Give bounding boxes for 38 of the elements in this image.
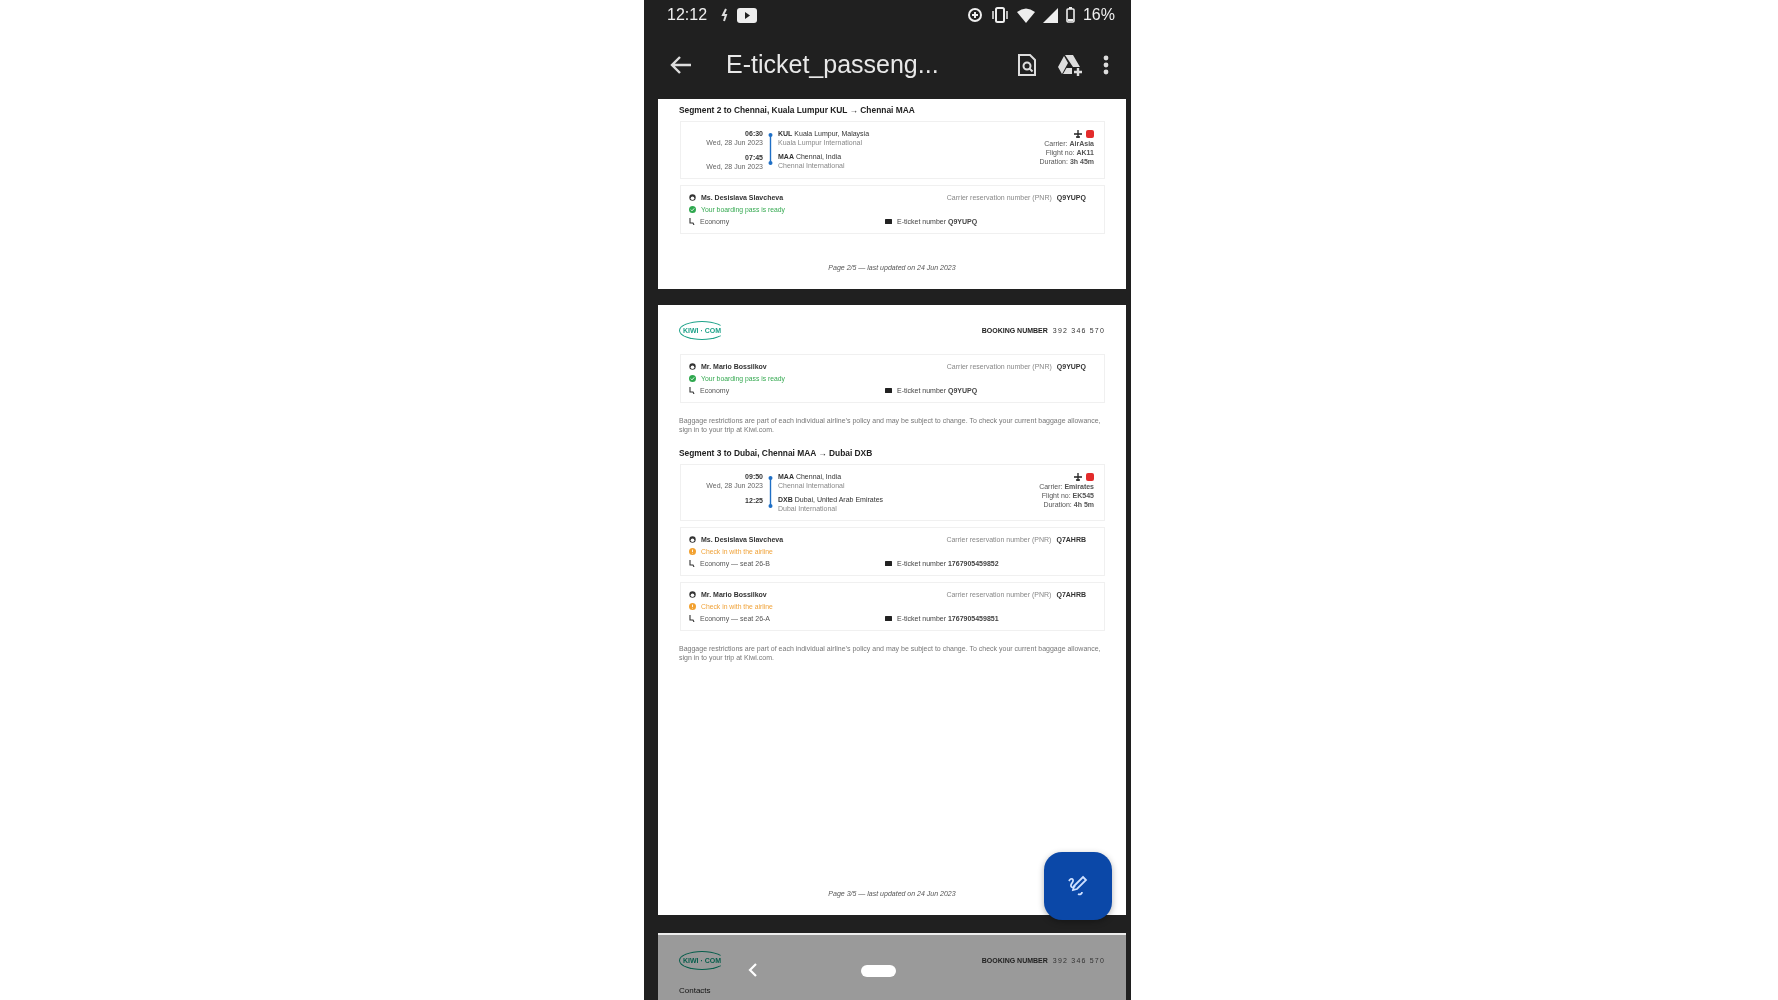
section-title: Contacts xyxy=(679,986,712,995)
more-options-icon[interactable] xyxy=(1103,54,1109,75)
document-title: E-ticket_passeng... xyxy=(726,50,940,79)
ticket-icon xyxy=(885,561,892,566)
battery-percentage: 16% xyxy=(1082,6,1115,24)
wifi-icon xyxy=(1016,7,1035,23)
vibrate-icon xyxy=(990,7,1009,23)
airline-logo-icon xyxy=(1086,130,1094,138)
pen-scribble-icon xyxy=(1066,874,1090,898)
seat-icon xyxy=(689,560,695,567)
ticket-icon xyxy=(885,388,892,393)
segment-title: Segment 3 to Dubai, Chennai MAA → Dubai DXB xyxy=(679,448,874,458)
data-saver-icon xyxy=(966,7,983,23)
drive-add-icon[interactable] xyxy=(1057,53,1083,76)
battery-icon xyxy=(1065,7,1075,23)
person-icon xyxy=(689,591,696,598)
plane-icon xyxy=(1074,130,1082,138)
ticket-icon xyxy=(885,616,892,621)
home-handle[interactable] xyxy=(861,965,896,977)
back-arrow-icon[interactable] xyxy=(670,55,692,74)
segment-title: Segment 2 to Chennai, Kuala Lumpur KUL → Chennai MAA xyxy=(679,105,916,115)
airline-logo-icon xyxy=(1086,473,1094,481)
route-line-icon xyxy=(768,475,773,509)
person-icon xyxy=(689,363,696,370)
back-chevron-icon[interactable] xyxy=(748,962,758,978)
person-icon xyxy=(689,194,696,201)
person-icon xyxy=(689,536,696,543)
seat-icon xyxy=(689,387,695,394)
video-play-icon xyxy=(737,7,758,23)
seat-icon xyxy=(689,615,695,622)
plane-icon xyxy=(1074,473,1082,481)
annotate-pen-button[interactable] xyxy=(1044,852,1112,920)
signal-icon xyxy=(1042,7,1058,23)
find-in-page-icon[interactable] xyxy=(1017,52,1037,77)
ticket-icon xyxy=(885,219,892,224)
route-line-icon xyxy=(768,132,773,166)
seat-icon xyxy=(689,218,695,225)
clock-time: 12:12 xyxy=(667,6,708,24)
